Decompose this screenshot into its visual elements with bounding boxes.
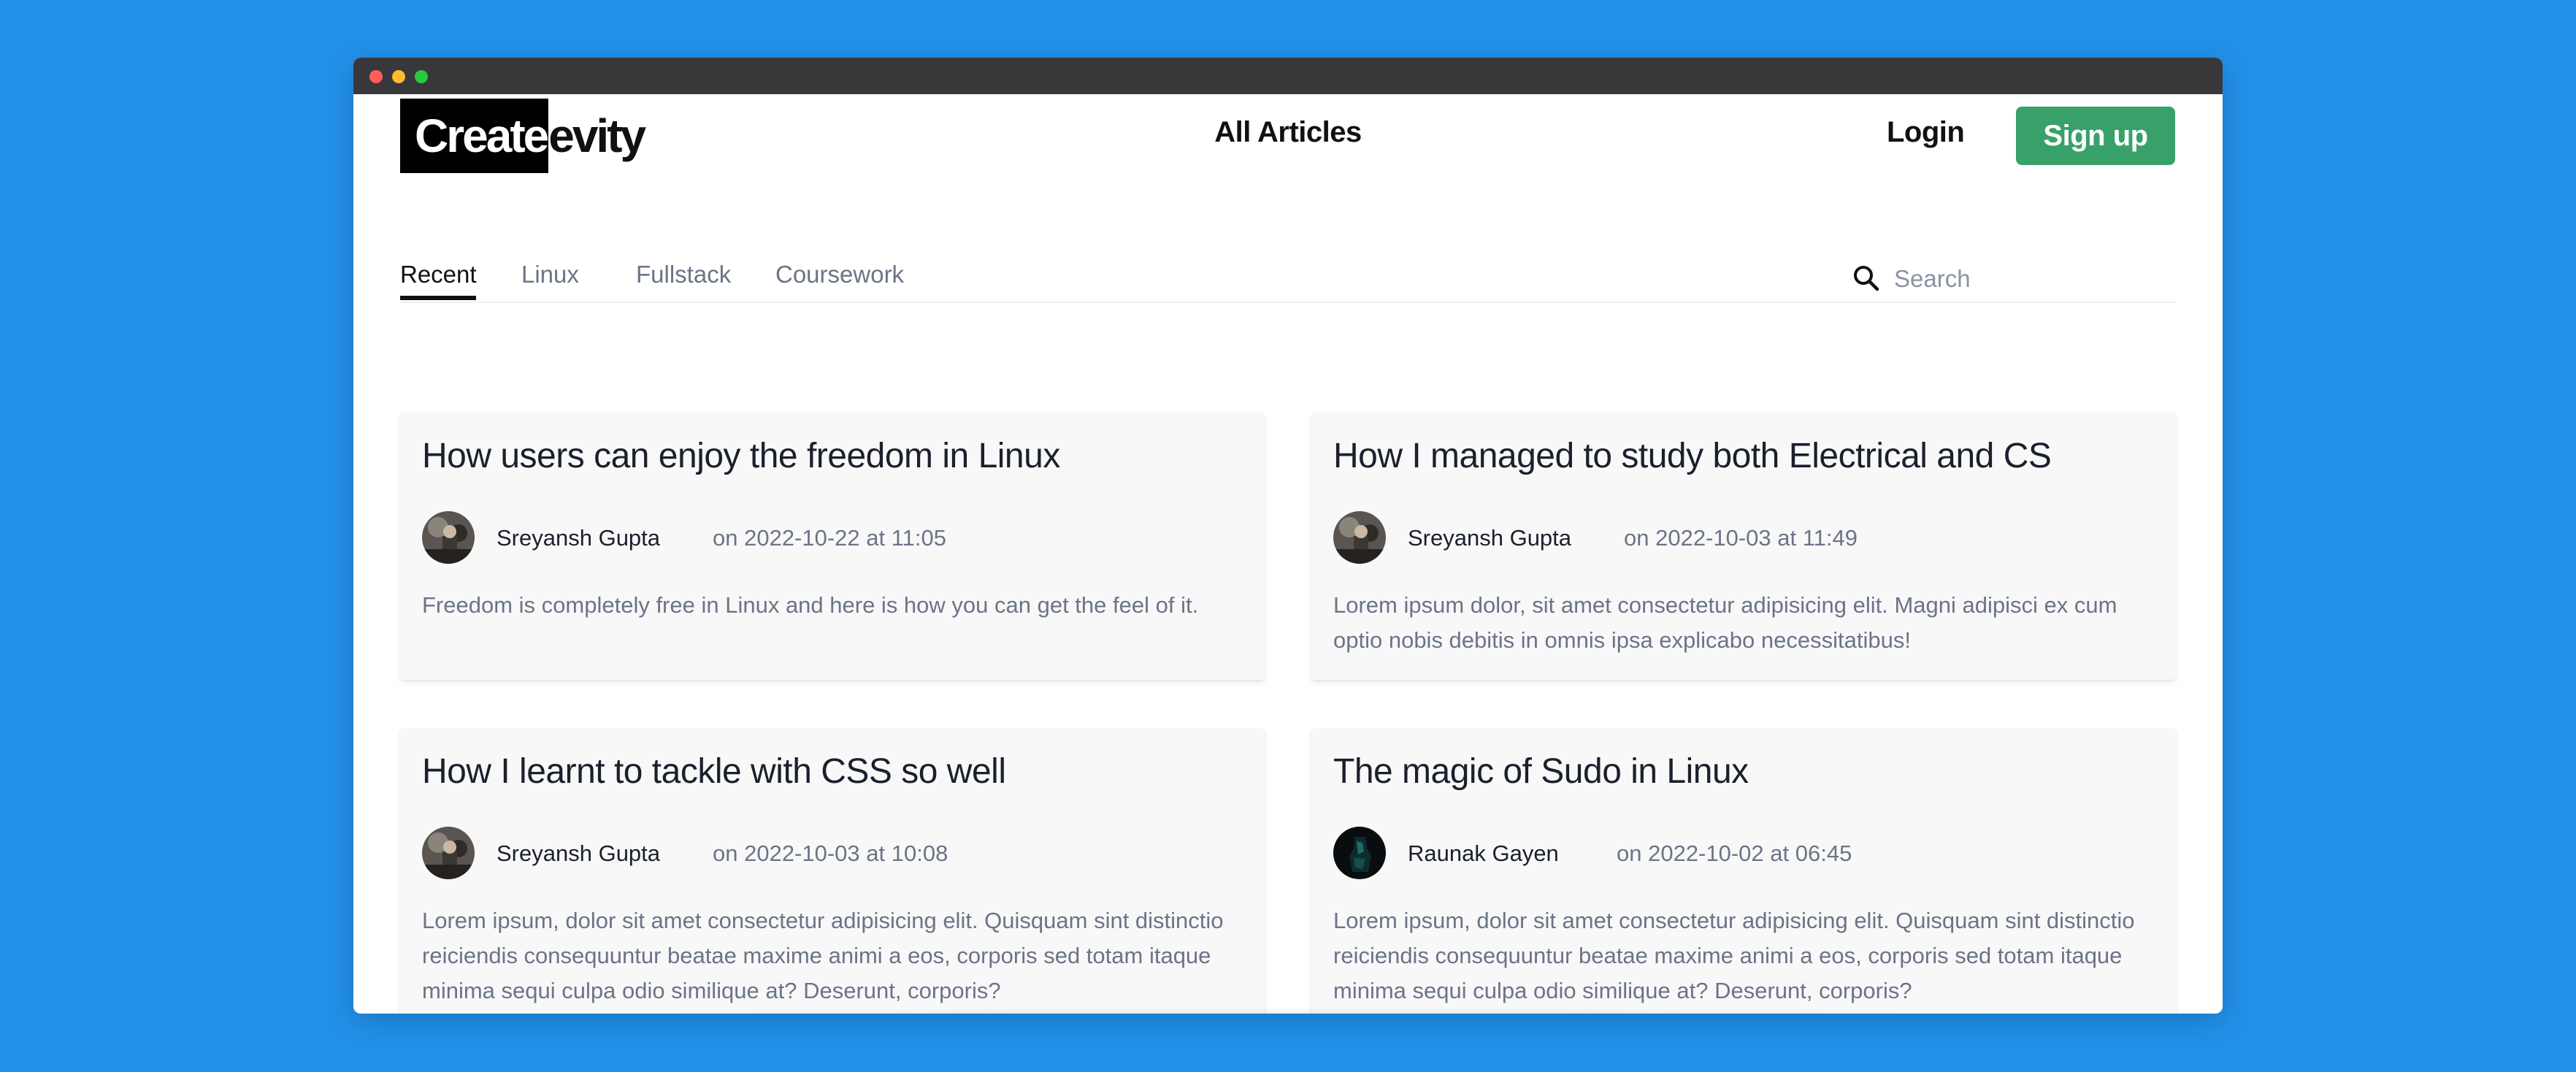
author-name: Sreyansh Gupta	[497, 841, 661, 866]
tab-fullstack[interactable]: Fullstack	[636, 261, 731, 300]
logo-rest-text: evity	[548, 110, 646, 162]
author-avatar	[422, 827, 475, 879]
article-title[interactable]: How I learnt to tackle with CSS so well	[422, 751, 1006, 792]
article-title[interactable]: How I managed to study both Electrical a…	[1333, 436, 2052, 476]
article-excerpt: Lorem ipsum, dolor sit amet consectetur …	[422, 908, 1224, 1003]
author-avatar	[1333, 827, 1386, 879]
publish-date: on 2022-10-02 at 06:45	[1617, 841, 1852, 866]
article-excerpt: Lorem ipsum dolor, sit amet consectetur …	[1333, 592, 2117, 653]
search-icon	[1854, 266, 1879, 291]
author-name: Sreyansh Gupta	[1408, 525, 1572, 551]
close-window-button[interactable]	[369, 70, 383, 83]
author-avatar	[1333, 511, 1386, 564]
publish-date: on 2022-10-03 at 11:49	[1624, 525, 1858, 551]
author-name: Sreyansh Gupta	[497, 525, 661, 551]
article-card[interactable]: How I learnt to tackle with CSS so well …	[400, 728, 1265, 1014]
search-input[interactable]	[1894, 264, 2171, 294]
author-name: Raunak Gayen	[1408, 841, 1559, 866]
article-title[interactable]: How users can enjoy the freedom in Linux	[422, 436, 1060, 476]
browser-window: Create evity All Articles Login Sign up R…	[353, 58, 2223, 1014]
article-title[interactable]: The magic of Sudo in Linux	[1333, 751, 1749, 792]
maximize-window-button[interactable]	[415, 70, 428, 83]
tab-coursework[interactable]: Coursework	[775, 261, 904, 300]
publish-date: on 2022-10-03 at 10:08	[713, 841, 948, 866]
article-excerpt: Lorem ipsum, dolor sit amet consectetur …	[1333, 908, 2135, 1003]
logo-boxed-text: Create	[400, 99, 549, 173]
window-titlebar	[353, 58, 2223, 94]
next-row-shadow	[412, 1007, 2164, 1014]
all-articles-link[interactable]: All Articles	[1164, 116, 1412, 153]
article-excerpt: Freedom is completely free in Linux and …	[422, 592, 1199, 618]
signup-button[interactable]: Sign up	[2016, 107, 2175, 165]
minimize-window-button[interactable]	[392, 70, 405, 83]
tab-recent[interactable]: Recent	[400, 261, 477, 300]
article-card[interactable]: The magic of Sudo in Linux Raunak Gayen …	[1311, 728, 2176, 1014]
login-link[interactable]: Login	[1887, 116, 1965, 149]
site-logo[interactable]: Create evity	[400, 99, 646, 173]
author-avatar	[422, 511, 475, 564]
tab-linux[interactable]: Linux	[521, 261, 579, 300]
article-card[interactable]: How I managed to study both Electrical a…	[1311, 413, 2176, 680]
publish-date: on 2022-10-22 at 11:05	[713, 525, 947, 551]
article-card[interactable]: How users can enjoy the freedom in Linux…	[400, 413, 1265, 680]
page-content: Create evity All Articles Login Sign up R…	[353, 94, 2223, 1014]
